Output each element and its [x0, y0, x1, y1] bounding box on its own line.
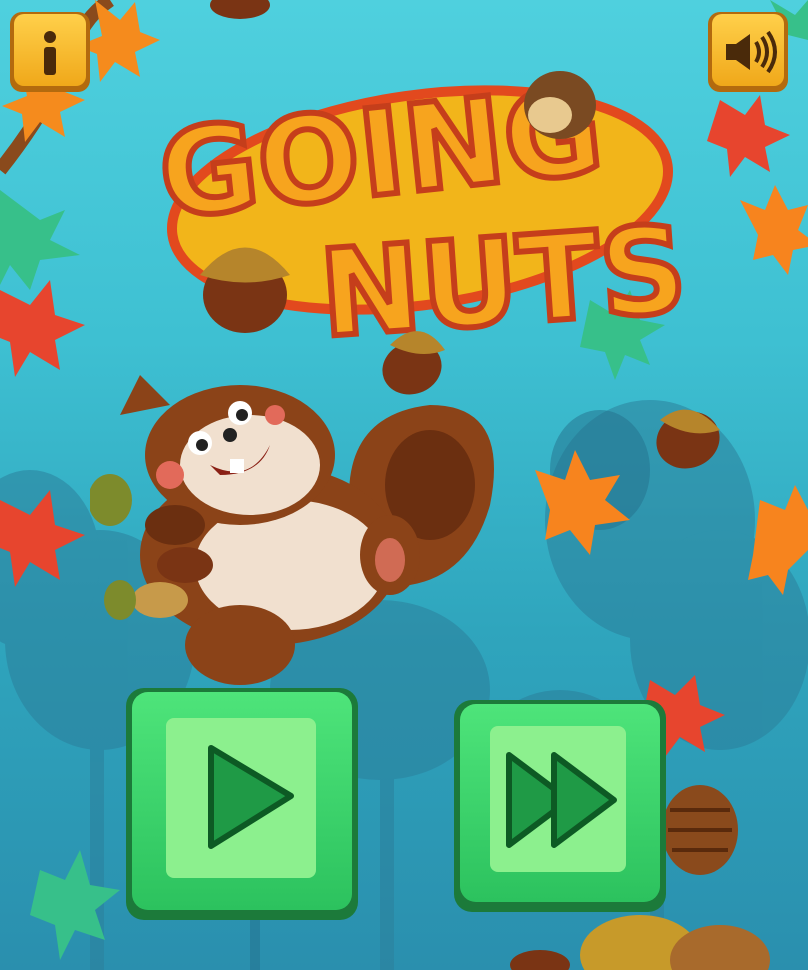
squirrel-character [90, 375, 494, 685]
info-icon [44, 31, 56, 75]
sound-button[interactable] [708, 12, 788, 92]
game-screen: GOING NUTS! [0, 0, 808, 970]
play-button[interactable] [126, 688, 358, 920]
speaker-icon [726, 30, 777, 74]
play-icon [208, 745, 294, 849]
fast-forward-icon [506, 752, 617, 848]
pinecone-icon [662, 785, 738, 875]
info-button[interactable] [10, 12, 90, 92]
acorn-icon [200, 247, 290, 333]
hazelnut-icon [524, 71, 596, 139]
fast-forward-button[interactable] [454, 700, 666, 912]
acorn-icon-3 [656, 409, 720, 469]
